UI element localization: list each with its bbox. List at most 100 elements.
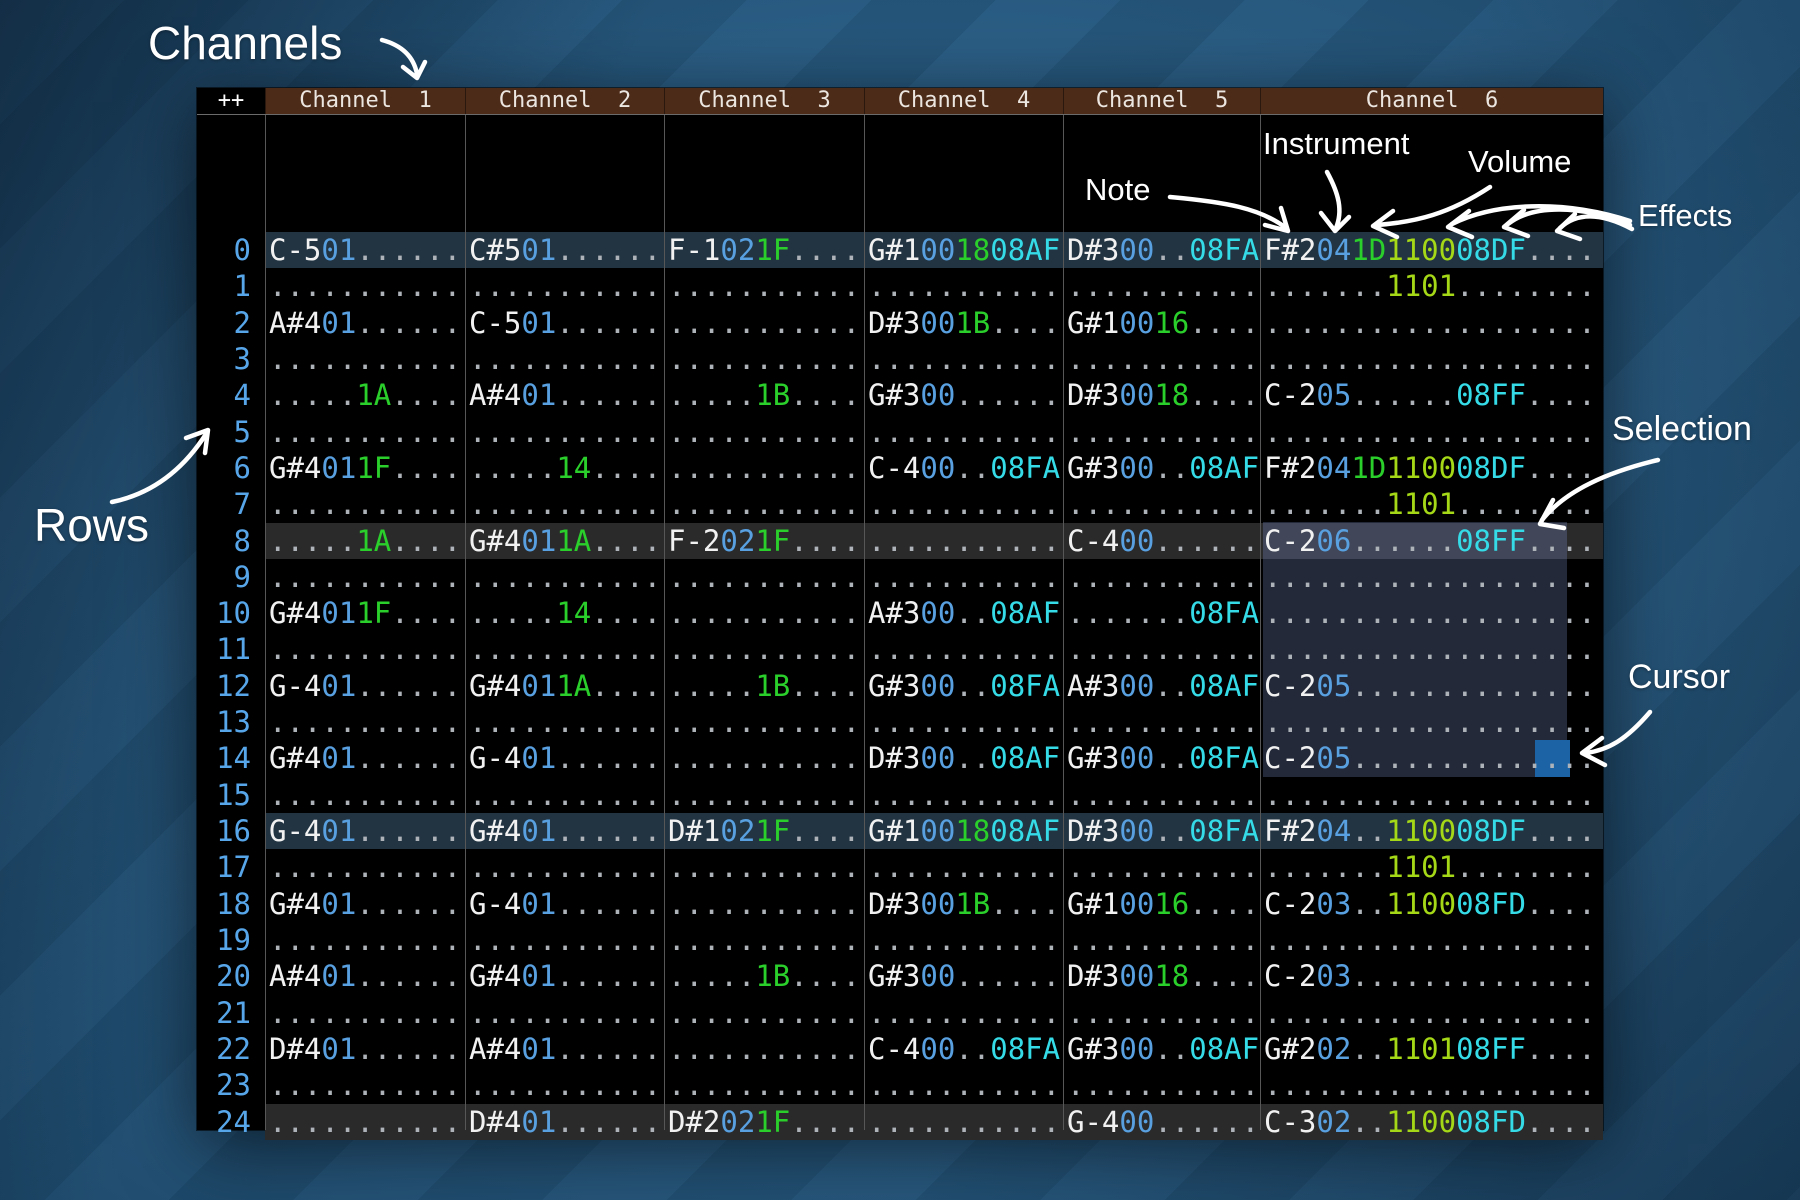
pattern-cell-ch1-row22[interactable]: D#401...... bbox=[265, 1031, 465, 1067]
pattern-cell-ch4-row5[interactable]: ........... bbox=[864, 414, 1063, 450]
pattern-cell-ch6-row4[interactable]: C-205......08FF.... bbox=[1260, 377, 1603, 413]
pattern-cell-ch1-row24[interactable]: ........... bbox=[265, 1104, 465, 1140]
pattern-cell-ch3-row16[interactable]: D#1021F.... bbox=[664, 813, 864, 849]
pattern-cell-ch1-row20[interactable]: A#401...... bbox=[265, 958, 465, 994]
channel-header-1[interactable]: Channel 1 bbox=[265, 88, 465, 114]
pattern-cell-ch5-row18[interactable]: G#10016.... bbox=[1063, 886, 1260, 922]
pattern-cell-ch2-row2[interactable]: C-501...... bbox=[465, 305, 664, 341]
pattern-cell-ch5-row20[interactable]: D#30018.... bbox=[1063, 958, 1260, 994]
pattern-cell-ch5-row15[interactable]: ........... bbox=[1063, 777, 1260, 813]
pattern-cell-ch3-row11[interactable]: ........... bbox=[664, 631, 864, 667]
pattern-cell-ch4-row13[interactable]: ........... bbox=[864, 704, 1063, 740]
pattern-cell-ch2-row18[interactable]: G-401...... bbox=[465, 886, 664, 922]
pattern-cell-ch5-row5[interactable]: ........... bbox=[1063, 414, 1260, 450]
pattern-cell-ch4-row2[interactable]: D#3001B.... bbox=[864, 305, 1063, 341]
pattern-cell-ch1-row21[interactable]: ........... bbox=[265, 995, 465, 1031]
pattern-cell-ch2-row6[interactable]: .....14.... bbox=[465, 450, 664, 486]
pattern-cell-ch6-row22[interactable]: G#202..110108FF.... bbox=[1260, 1031, 1603, 1067]
pattern-cell-ch2-row23[interactable]: ........... bbox=[465, 1067, 664, 1103]
pattern-cell-ch4-row15[interactable]: ........... bbox=[864, 777, 1063, 813]
pattern-cell-ch2-row3[interactable]: ........... bbox=[465, 341, 664, 377]
pattern-cell-ch6-row15[interactable]: ................... bbox=[1260, 777, 1603, 813]
pattern-cell-ch4-row4[interactable]: G#300...... bbox=[864, 377, 1063, 413]
pattern-cell-ch1-row12[interactable]: G-401...... bbox=[265, 668, 465, 704]
pattern-cell-ch6-row3[interactable]: ................... bbox=[1260, 341, 1603, 377]
pattern-cell-ch5-row14[interactable]: G#300..08FA bbox=[1063, 740, 1260, 776]
pattern-cell-ch4-row24[interactable]: ........... bbox=[864, 1104, 1063, 1140]
pattern-cell-ch3-row14[interactable]: ........... bbox=[664, 740, 864, 776]
pattern-cell-ch2-row12[interactable]: G#4011A.... bbox=[465, 668, 664, 704]
pattern-cell-ch5-row2[interactable]: G#10016.... bbox=[1063, 305, 1260, 341]
pattern-cell-ch2-row20[interactable]: G#401...... bbox=[465, 958, 664, 994]
pattern-cell-ch5-row0[interactable]: D#300..08FA bbox=[1063, 232, 1260, 268]
pattern-cell-ch3-row3[interactable]: ........... bbox=[664, 341, 864, 377]
pattern-cell-ch2-row11[interactable]: ........... bbox=[465, 631, 664, 667]
pattern-cell-ch4-row7[interactable]: ........... bbox=[864, 486, 1063, 522]
pattern-cell-ch1-row4[interactable]: .....1A.... bbox=[265, 377, 465, 413]
pattern-cell-ch3-row8[interactable]: F-2021F.... bbox=[664, 523, 864, 559]
pattern-cell-ch3-row6[interactable]: ........... bbox=[664, 450, 864, 486]
pattern-cell-ch1-row3[interactable]: ........... bbox=[265, 341, 465, 377]
pattern-cell-ch4-row11[interactable]: ........... bbox=[864, 631, 1063, 667]
pattern-cell-ch3-row4[interactable]: .....1B.... bbox=[664, 377, 864, 413]
pattern-cell-ch6-row8[interactable]: C-206......08FF.... bbox=[1260, 523, 1603, 559]
pattern-cell-ch6-row13[interactable]: ................... bbox=[1260, 704, 1603, 740]
pattern-cell-ch5-row3[interactable]: ........... bbox=[1063, 341, 1260, 377]
pattern-cell-ch6-row9[interactable]: ................... bbox=[1260, 559, 1603, 595]
pattern-cell-ch3-row7[interactable]: ........... bbox=[664, 486, 864, 522]
pattern-cell-ch5-row7[interactable]: ........... bbox=[1063, 486, 1260, 522]
pattern-cell-ch4-row14[interactable]: D#300..08AF bbox=[864, 740, 1063, 776]
pattern-cell-ch6-row20[interactable]: C-203.............. bbox=[1260, 958, 1603, 994]
pattern-cell-ch4-row12[interactable]: G#300..08FA bbox=[864, 668, 1063, 704]
channel-header-2[interactable]: Channel 2 bbox=[465, 88, 664, 114]
pattern-cell-ch1-row18[interactable]: G#401...... bbox=[265, 886, 465, 922]
pattern-cell-ch2-row16[interactable]: G#401...... bbox=[465, 813, 664, 849]
pattern-cell-ch6-row14[interactable]: C-205.............. bbox=[1260, 740, 1603, 776]
pattern-cell-ch1-row16[interactable]: G-401...... bbox=[265, 813, 465, 849]
pattern-cell-ch3-row20[interactable]: .....1B.... bbox=[664, 958, 864, 994]
pattern-cell-ch3-row24[interactable]: D#2021F.... bbox=[664, 1104, 864, 1140]
pattern-cell-ch5-row23[interactable]: ........... bbox=[1063, 1067, 1260, 1103]
pattern-cell-ch3-row15[interactable]: ........... bbox=[664, 777, 864, 813]
pattern-cell-ch4-row21[interactable]: ........... bbox=[864, 995, 1063, 1031]
pattern-cell-ch6-row24[interactable]: C-302..110008FD.... bbox=[1260, 1104, 1603, 1140]
pattern-cell-ch2-row21[interactable]: ........... bbox=[465, 995, 664, 1031]
pattern-cell-ch1-row19[interactable]: ........... bbox=[265, 922, 465, 958]
pattern-cell-ch4-row1[interactable]: ........... bbox=[864, 268, 1063, 304]
pattern-cell-ch2-row24[interactable]: D#401...... bbox=[465, 1104, 664, 1140]
pattern-cell-ch3-row9[interactable]: ........... bbox=[664, 559, 864, 595]
channel-header-4[interactable]: Channel 4 bbox=[864, 88, 1063, 114]
pattern-cell-ch2-row15[interactable]: ........... bbox=[465, 777, 664, 813]
pattern-cell-ch3-row18[interactable]: ........... bbox=[664, 886, 864, 922]
pattern-cell-ch1-row0[interactable]: C-501...... bbox=[265, 232, 465, 268]
pattern-cell-ch1-row23[interactable]: ........... bbox=[265, 1067, 465, 1103]
pattern-cell-ch6-row1[interactable]: .......1101........ bbox=[1260, 268, 1603, 304]
pattern-cell-ch4-row22[interactable]: C-400..08FA bbox=[864, 1031, 1063, 1067]
pattern-cell-ch4-row23[interactable]: ........... bbox=[864, 1067, 1063, 1103]
pattern-cell-ch5-row6[interactable]: G#300..08AF bbox=[1063, 450, 1260, 486]
pattern-cell-ch6-row21[interactable]: ................... bbox=[1260, 995, 1603, 1031]
pattern-cell-ch6-row12[interactable]: C-205.............. bbox=[1260, 668, 1603, 704]
pattern-cell-ch5-row9[interactable]: ........... bbox=[1063, 559, 1260, 595]
pattern-cell-ch6-row6[interactable]: F#2041D110008DF.... bbox=[1260, 450, 1603, 486]
pattern-cell-ch6-row19[interactable]: ................... bbox=[1260, 922, 1603, 958]
pattern-cell-ch1-row8[interactable]: .....1A.... bbox=[265, 523, 465, 559]
pattern-cell-ch2-row1[interactable]: ........... bbox=[465, 268, 664, 304]
pattern-cell-ch5-row24[interactable]: G-400...... bbox=[1063, 1104, 1260, 1140]
pattern-cell-ch3-row17[interactable]: ........... bbox=[664, 849, 864, 885]
pattern-cell-ch2-row10[interactable]: .....14.... bbox=[465, 595, 664, 631]
pattern-cell-ch1-row9[interactable]: ........... bbox=[265, 559, 465, 595]
pattern-cell-ch4-row0[interactable]: G#1001808AF bbox=[864, 232, 1063, 268]
pattern-cell-ch2-row0[interactable]: C#501...... bbox=[465, 232, 664, 268]
pattern-cell-ch3-row2[interactable]: ........... bbox=[664, 305, 864, 341]
pattern-cell-ch1-row15[interactable]: ........... bbox=[265, 777, 465, 813]
pattern-cell-ch1-row11[interactable]: ........... bbox=[265, 631, 465, 667]
pattern-cell-ch4-row3[interactable]: ........... bbox=[864, 341, 1063, 377]
pattern-cell-ch6-row10[interactable]: ................... bbox=[1260, 595, 1603, 631]
pattern-cell-ch3-row5[interactable]: ........... bbox=[664, 414, 864, 450]
pattern-cell-ch3-row23[interactable]: ........... bbox=[664, 1067, 864, 1103]
pattern-cell-ch1-row10[interactable]: G#4011F.... bbox=[265, 595, 465, 631]
pattern-cell-ch6-row23[interactable]: ................... bbox=[1260, 1067, 1603, 1103]
pattern-cell-ch1-row2[interactable]: A#401...... bbox=[265, 305, 465, 341]
pattern-cell-ch6-row7[interactable]: .......1101........ bbox=[1260, 486, 1603, 522]
